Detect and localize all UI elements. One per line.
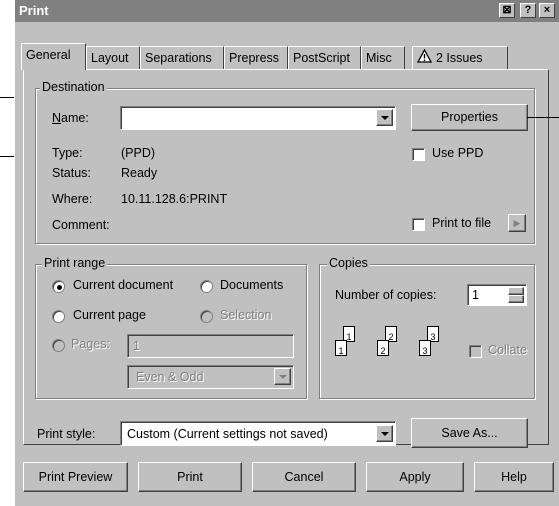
print-button[interactable]: Print (138, 462, 242, 492)
use-ppd-label: Use PPD (432, 146, 484, 160)
stepper-down-icon[interactable] (508, 295, 524, 303)
copies-legend: Copies (327, 256, 370, 270)
type-label: Type: (52, 146, 83, 160)
help-button[interactable]: Help (474, 462, 554, 492)
print-style-label: Print style: (37, 427, 96, 441)
print-to-file-label: Print to file (432, 216, 492, 230)
selection-label: Selection (220, 308, 272, 322)
save-as-button[interactable]: Save As... (411, 418, 528, 448)
pages-input[interactable]: 1 (127, 334, 294, 358)
help-icon[interactable]: ? (520, 3, 536, 18)
print-style-select[interactable]: Custom (Current settings not saved) (120, 421, 396, 446)
cancel-button[interactable]: Cancel (252, 462, 356, 492)
tab-layout[interactable]: Layout (86, 46, 140, 69)
documents-radio[interactable] (200, 280, 213, 293)
window-title: Print (19, 3, 49, 18)
print-to-file-options-arrow[interactable]: ▶ (508, 214, 526, 232)
comment-label: Comment: (52, 218, 110, 232)
collate-pages-icon: 1 1 2 2 3 3 (335, 326, 455, 362)
current-page-label: Current page (73, 308, 146, 322)
pages-label: Pages: (71, 337, 110, 351)
number-of-copies-label: Number of copies: (335, 288, 437, 302)
where-value: 10.11.128.6:PRINT (121, 192, 228, 206)
copies-stepper[interactable]: 1 (467, 284, 527, 306)
tab-separations[interactable]: Separations (140, 46, 224, 69)
callout-line-properties (527, 117, 559, 118)
status-label: Status: (52, 166, 91, 180)
name-label: Name: (52, 111, 89, 125)
selection-radio[interactable] (200, 310, 213, 323)
print-range-legend: Print range (42, 256, 108, 270)
even-odd-select[interactable]: Even & Odd (127, 365, 294, 389)
collate-label: Collate (488, 343, 527, 357)
current-document-radio[interactable] (52, 280, 65, 293)
print-dialog: Print ⊠ ? × General Layout Separations P… (14, 0, 559, 506)
status-value: Ready (121, 166, 158, 180)
print-preview-button[interactable]: Print Preview (23, 462, 128, 492)
tab-issues[interactable]: 2 Issues (412, 46, 508, 69)
apply-button[interactable]: Apply (366, 462, 464, 492)
tab-postscript[interactable]: PostScript (288, 46, 361, 69)
title-bar: Print ⊠ ? × (15, 0, 559, 22)
context-help-icon[interactable]: ⊠ (499, 3, 515, 18)
stepper-up-icon[interactable] (508, 287, 524, 295)
use-ppd-checkbox[interactable] (412, 148, 425, 161)
tab-prepress[interactable]: Prepress (224, 46, 288, 69)
pages-radio[interactable] (52, 339, 65, 352)
printer-name-select[interactable] (120, 106, 396, 130)
type-value: (PPD) (121, 146, 156, 160)
close-icon[interactable]: × (539, 3, 555, 18)
chevron-down-icon[interactable] (376, 425, 393, 442)
print-to-file-checkbox[interactable] (412, 218, 425, 231)
tab-misc[interactable]: Misc (361, 46, 405, 69)
tab-general[interactable]: General (21, 43, 86, 70)
properties-button[interactable]: Properties (411, 104, 528, 131)
documents-label: Documents (220, 278, 284, 292)
warning-icon (416, 48, 433, 70)
chevron-down-icon[interactable] (274, 368, 291, 385)
current-document-label: Current document (73, 278, 174, 292)
current-page-radio[interactable] (52, 310, 65, 323)
chevron-down-icon[interactable] (376, 109, 393, 126)
collate-checkbox[interactable] (469, 345, 482, 358)
destination-legend: Destination (40, 80, 107, 94)
where-label: Where: (52, 192, 93, 206)
